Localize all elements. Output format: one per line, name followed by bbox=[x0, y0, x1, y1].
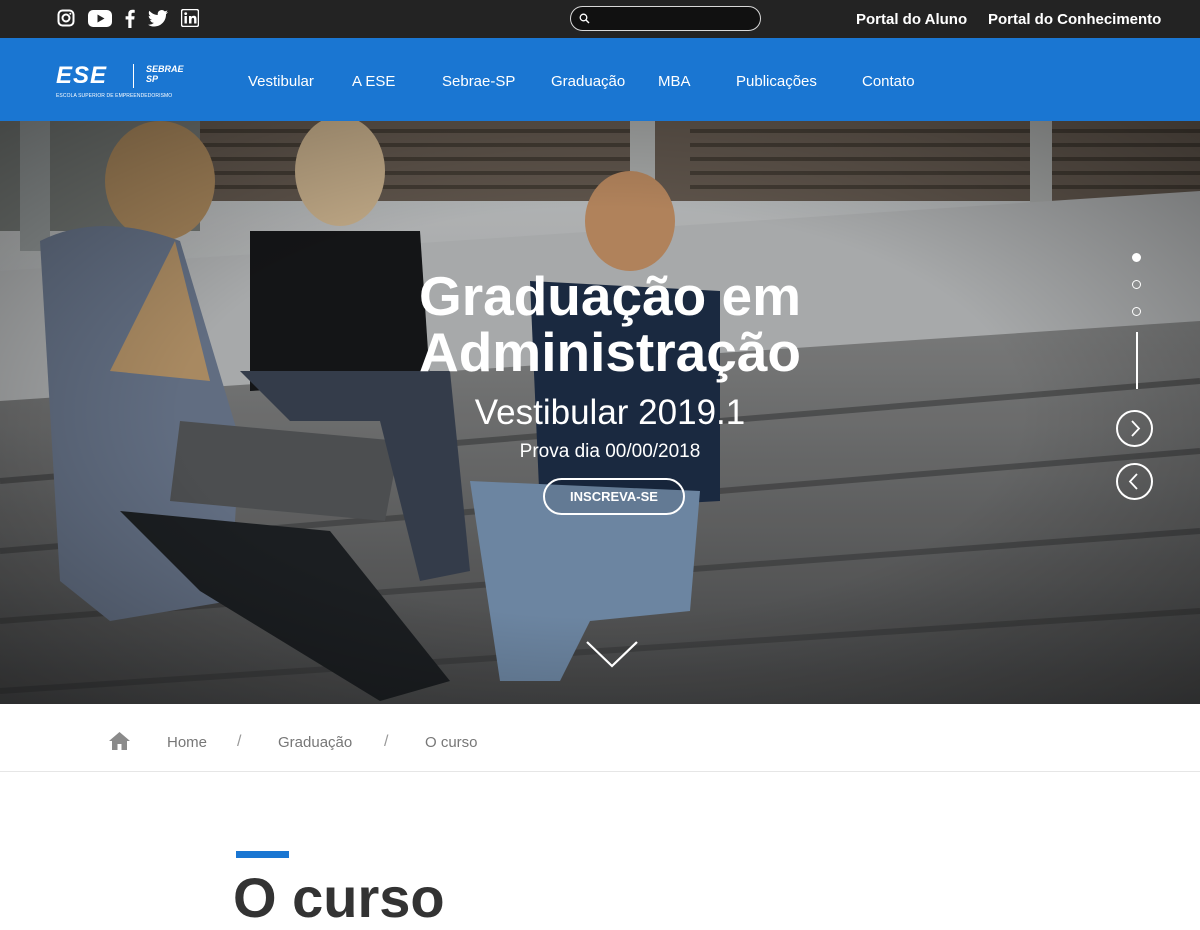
search-box[interactable] bbox=[570, 6, 761, 31]
logo-ese-text: ESE bbox=[56, 62, 108, 89]
logo-divider bbox=[133, 64, 134, 88]
nav-a-ese[interactable]: A ESE bbox=[352, 73, 395, 90]
hero-subtitle: Vestibular 2019.1 bbox=[474, 393, 746, 432]
nav-contato[interactable]: Contato bbox=[862, 73, 915, 90]
logo-subtitle: ESCOLA SUPERIOR DE EMPREENDEDORISMO bbox=[56, 93, 173, 99]
nav-sebrae-sp[interactable]: Sebrae-SP bbox=[442, 73, 515, 90]
instagram-icon[interactable] bbox=[56, 8, 76, 28]
nav-mba[interactable]: MBA bbox=[658, 73, 691, 90]
portal-conhecimento-link[interactable]: Portal do Conhecimento bbox=[988, 11, 1161, 28]
chevron-left-icon bbox=[1128, 473, 1138, 490]
next-slide-button[interactable] bbox=[1116, 410, 1153, 447]
logo-sebrae-text: SEBRAE SP bbox=[146, 64, 184, 84]
top-bar: Portal do Aluno Portal do Conhecimento bbox=[0, 0, 1200, 38]
hero-title-line1: Graduação em bbox=[418, 265, 802, 327]
facebook-icon[interactable] bbox=[124, 8, 136, 28]
slide-progress-line bbox=[1136, 332, 1138, 389]
prev-slide-button[interactable] bbox=[1116, 463, 1153, 500]
hero-title: Graduação em Administração bbox=[380, 268, 840, 380]
search-icon bbox=[579, 13, 590, 24]
hero-slider: Graduação em Administração Vestibular 20… bbox=[0, 121, 1200, 704]
portal-aluno-link[interactable]: Portal do Aluno bbox=[856, 11, 967, 28]
breadcrumb: Home / Graduação / O curso bbox=[0, 704, 1200, 772]
social-links bbox=[56, 8, 200, 28]
breadcrumb-separator: / bbox=[237, 733, 242, 750]
ese-logo[interactable]: ESE SEBRAE SP ESCOLA SUPERIOR DE EMPREEN… bbox=[56, 62, 186, 100]
inscreva-se-button[interactable]: INSCREVA-SE bbox=[543, 478, 685, 515]
nav-vestibular[interactable]: Vestibular bbox=[248, 73, 314, 90]
slide-dot-3[interactable] bbox=[1132, 307, 1141, 316]
section-title: O curso bbox=[233, 866, 445, 929]
search-input[interactable] bbox=[595, 10, 753, 28]
twitter-icon[interactable] bbox=[148, 8, 168, 28]
breadcrumb-home[interactable]: Home bbox=[167, 734, 207, 751]
chevron-right-icon bbox=[1131, 420, 1141, 437]
slide-dot-2[interactable] bbox=[1132, 280, 1141, 289]
breadcrumb-graduacao[interactable]: Graduação bbox=[278, 734, 352, 751]
hero-date: Prova dia 00/00/2018 bbox=[519, 441, 701, 462]
linkedin-icon[interactable] bbox=[180, 8, 200, 28]
chevron-down-icon[interactable] bbox=[585, 640, 639, 670]
section-accent-bar bbox=[236, 851, 289, 858]
slide-dot-1[interactable] bbox=[1132, 253, 1141, 262]
hero-title-line2: Administração bbox=[418, 321, 802, 383]
nav-graduacao[interactable]: Graduação bbox=[551, 73, 625, 90]
breadcrumb-separator: / bbox=[384, 733, 389, 750]
youtube-icon[interactable] bbox=[88, 8, 112, 28]
home-icon[interactable] bbox=[108, 731, 131, 751]
nav-publicacoes[interactable]: Publicações bbox=[736, 73, 817, 90]
breadcrumb-current: O curso bbox=[425, 734, 478, 751]
